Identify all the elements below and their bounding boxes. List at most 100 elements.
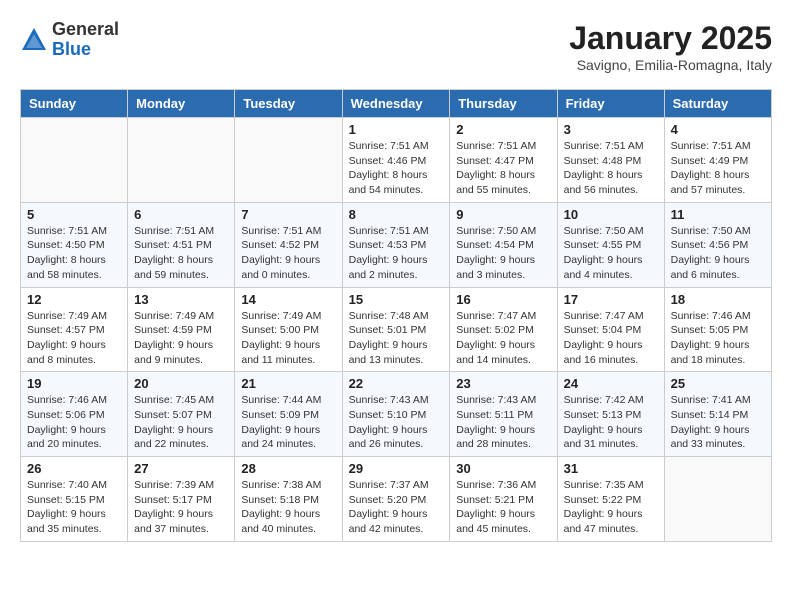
day-number: 22 — [349, 376, 444, 391]
day-number: 5 — [27, 207, 121, 222]
day-number: 17 — [564, 292, 658, 307]
calendar-cell: 21 Sunrise: 7:44 AM Sunset: 5:09 PM Dayli… — [235, 372, 342, 457]
day-number: 21 — [241, 376, 335, 391]
day-info: Sunrise: 7:51 AM Sunset: 4:52 PM Dayligh… — [241, 224, 335, 283]
calendar-week-row: 26Sunrise: 7:40 AM Sunset: 5:15 PM Dayli… — [21, 457, 772, 542]
day-number: 19 — [27, 376, 121, 391]
calendar-header-friday: Friday — [557, 90, 664, 118]
calendar-cell: 22Sunrise: 7:43 AM Sunset: 5:10 PM Dayli… — [342, 372, 450, 457]
day-info: Sunrise: 7:51 AM Sunset: 4:47 PM Dayligh… — [456, 139, 550, 198]
day-number: 1 — [349, 122, 444, 137]
page-header: General Blue January 2025 Savigno, Emili… — [20, 20, 772, 73]
calendar-cell: 26Sunrise: 7:40 AM Sunset: 5:15 PM Dayli… — [21, 457, 128, 542]
calendar-week-row: 12 Sunrise: 7:49 AM Sunset: 4:57 PM Dayli… — [21, 287, 772, 372]
day-number: 7 — [241, 207, 335, 222]
day-info: Sunrise: 7:49 AM Sunset: 4:59 PM Dayligh… — [134, 309, 228, 368]
calendar-cell: 23 Sunrise: 7:43 AM Sunset: 5:11 PM Dayli… — [450, 372, 557, 457]
calendar-cell: 31 Sunrise: 7:35 AM Sunset: 5:22 PM Dayli… — [557, 457, 664, 542]
calendar-cell: 19Sunrise: 7:46 AM Sunset: 5:06 PM Dayli… — [21, 372, 128, 457]
calendar-header-sunday: Sunday — [21, 90, 128, 118]
calendar-header-monday: Monday — [128, 90, 235, 118]
logo-icon — [20, 26, 48, 54]
calendar-cell: 4 Sunrise: 7:51 AM Sunset: 4:49 PM Daylig… — [664, 118, 771, 203]
calendar-header-saturday: Saturday — [664, 90, 771, 118]
day-info: Sunrise: 7:41 AM Sunset: 5:14 PM Dayligh… — [671, 393, 765, 452]
calendar-cell: 20Sunrise: 7:45 AM Sunset: 5:07 PM Dayli… — [128, 372, 235, 457]
calendar-cell: 28 Sunrise: 7:38 AM Sunset: 5:18 PM Dayli… — [235, 457, 342, 542]
calendar-cell: 14 Sunrise: 7:49 AM Sunset: 5:00 PM Dayli… — [235, 287, 342, 372]
day-info: Sunrise: 7:49 AM Sunset: 4:57 PM Dayligh… — [27, 309, 121, 368]
day-info: Sunrise: 7:43 AM Sunset: 5:11 PM Dayligh… — [456, 393, 550, 452]
calendar-cell — [21, 118, 128, 203]
day-number: 13 — [134, 292, 228, 307]
day-info: Sunrise: 7:35 AM Sunset: 5:22 PM Dayligh… — [564, 478, 658, 537]
day-info: Sunrise: 7:50 AM Sunset: 4:55 PM Dayligh… — [564, 224, 658, 283]
calendar-cell: 16Sunrise: 7:47 AM Sunset: 5:02 PM Dayli… — [450, 287, 557, 372]
calendar-header-thursday: Thursday — [450, 90, 557, 118]
day-info: Sunrise: 7:38 AM Sunset: 5:18 PM Dayligh… — [241, 478, 335, 537]
calendar-cell: 13 Sunrise: 7:49 AM Sunset: 4:59 PM Dayli… — [128, 287, 235, 372]
day-info: Sunrise: 7:51 AM Sunset: 4:50 PM Dayligh… — [27, 224, 121, 283]
calendar-week-row: 5 Sunrise: 7:51 AM Sunset: 4:50 PM Daylig… — [21, 202, 772, 287]
calendar-table: SundayMondayTuesdayWednesdayThursdayFrid… — [20, 89, 772, 542]
day-number: 28 — [241, 461, 335, 476]
calendar-cell: 27 Sunrise: 7:39 AM Sunset: 5:17 PM Dayli… — [128, 457, 235, 542]
day-info: Sunrise: 7:51 AM Sunset: 4:53 PM Dayligh… — [349, 224, 444, 283]
day-info: Sunrise: 7:36 AM Sunset: 5:21 PM Dayligh… — [456, 478, 550, 537]
logo: General Blue — [20, 20, 119, 60]
day-number: 9 — [456, 207, 550, 222]
calendar-cell: 7 Sunrise: 7:51 AM Sunset: 4:52 PM Daylig… — [235, 202, 342, 287]
calendar-cell: 2 Sunrise: 7:51 AM Sunset: 4:47 PM Daylig… — [450, 118, 557, 203]
calendar-cell: 8 Sunrise: 7:51 AM Sunset: 4:53 PM Daylig… — [342, 202, 450, 287]
calendar-cell — [235, 118, 342, 203]
day-info: Sunrise: 7:42 AM Sunset: 5:13 PM Dayligh… — [564, 393, 658, 452]
logo-blue-text: Blue — [52, 40, 119, 60]
day-number: 3 — [564, 122, 658, 137]
day-number: 27 — [134, 461, 228, 476]
day-info: Sunrise: 7:45 AM Sunset: 5:07 PM Dayligh… — [134, 393, 228, 452]
day-info: Sunrise: 7:51 AM Sunset: 4:51 PM Dayligh… — [134, 224, 228, 283]
calendar-header-wednesday: Wednesday — [342, 90, 450, 118]
calendar-cell: 24Sunrise: 7:42 AM Sunset: 5:13 PM Dayli… — [557, 372, 664, 457]
calendar-cell: 10 Sunrise: 7:50 AM Sunset: 4:55 PM Dayli… — [557, 202, 664, 287]
calendar-cell: 9Sunrise: 7:50 AM Sunset: 4:54 PM Daylig… — [450, 202, 557, 287]
day-number: 29 — [349, 461, 444, 476]
day-info: Sunrise: 7:47 AM Sunset: 5:02 PM Dayligh… — [456, 309, 550, 368]
day-info: Sunrise: 7:44 AM Sunset: 5:09 PM Dayligh… — [241, 393, 335, 452]
day-number: 23 — [456, 376, 550, 391]
calendar-cell: 11 Sunrise: 7:50 AM Sunset: 4:56 PM Dayli… — [664, 202, 771, 287]
calendar-cell: 1Sunrise: 7:51 AM Sunset: 4:46 PM Daylig… — [342, 118, 450, 203]
calendar-week-row: 1Sunrise: 7:51 AM Sunset: 4:46 PM Daylig… — [21, 118, 772, 203]
calendar-header-tuesday: Tuesday — [235, 90, 342, 118]
day-number: 8 — [349, 207, 444, 222]
calendar-cell: 15Sunrise: 7:48 AM Sunset: 5:01 PM Dayli… — [342, 287, 450, 372]
day-number: 4 — [671, 122, 765, 137]
day-number: 18 — [671, 292, 765, 307]
calendar-cell: 29Sunrise: 7:37 AM Sunset: 5:20 PM Dayli… — [342, 457, 450, 542]
day-info: Sunrise: 7:51 AM Sunset: 4:49 PM Dayligh… — [671, 139, 765, 198]
day-number: 14 — [241, 292, 335, 307]
calendar-cell: 25 Sunrise: 7:41 AM Sunset: 5:14 PM Dayli… — [664, 372, 771, 457]
day-number: 2 — [456, 122, 550, 137]
title-area: January 2025 Savigno, Emilia-Romagna, It… — [569, 20, 772, 73]
month-title: January 2025 — [569, 20, 772, 57]
logo-general-text: General — [52, 20, 119, 40]
calendar-cell: 17 Sunrise: 7:47 AM Sunset: 5:04 PM Dayli… — [557, 287, 664, 372]
day-number: 31 — [564, 461, 658, 476]
day-number: 12 — [27, 292, 121, 307]
day-info: Sunrise: 7:47 AM Sunset: 5:04 PM Dayligh… — [564, 309, 658, 368]
day-number: 25 — [671, 376, 765, 391]
day-info: Sunrise: 7:50 AM Sunset: 4:56 PM Dayligh… — [671, 224, 765, 283]
day-info: Sunrise: 7:48 AM Sunset: 5:01 PM Dayligh… — [349, 309, 444, 368]
calendar-week-row: 19Sunrise: 7:46 AM Sunset: 5:06 PM Dayli… — [21, 372, 772, 457]
day-number: 11 — [671, 207, 765, 222]
day-number: 10 — [564, 207, 658, 222]
day-info: Sunrise: 7:49 AM Sunset: 5:00 PM Dayligh… — [241, 309, 335, 368]
calendar-cell: 3Sunrise: 7:51 AM Sunset: 4:48 PM Daylig… — [557, 118, 664, 203]
day-number: 26 — [27, 461, 121, 476]
day-number: 30 — [456, 461, 550, 476]
calendar-header-row: SundayMondayTuesdayWednesdayThursdayFrid… — [21, 90, 772, 118]
calendar-cell: 30 Sunrise: 7:36 AM Sunset: 5:21 PM Dayli… — [450, 457, 557, 542]
day-info: Sunrise: 7:39 AM Sunset: 5:17 PM Dayligh… — [134, 478, 228, 537]
calendar-cell — [128, 118, 235, 203]
